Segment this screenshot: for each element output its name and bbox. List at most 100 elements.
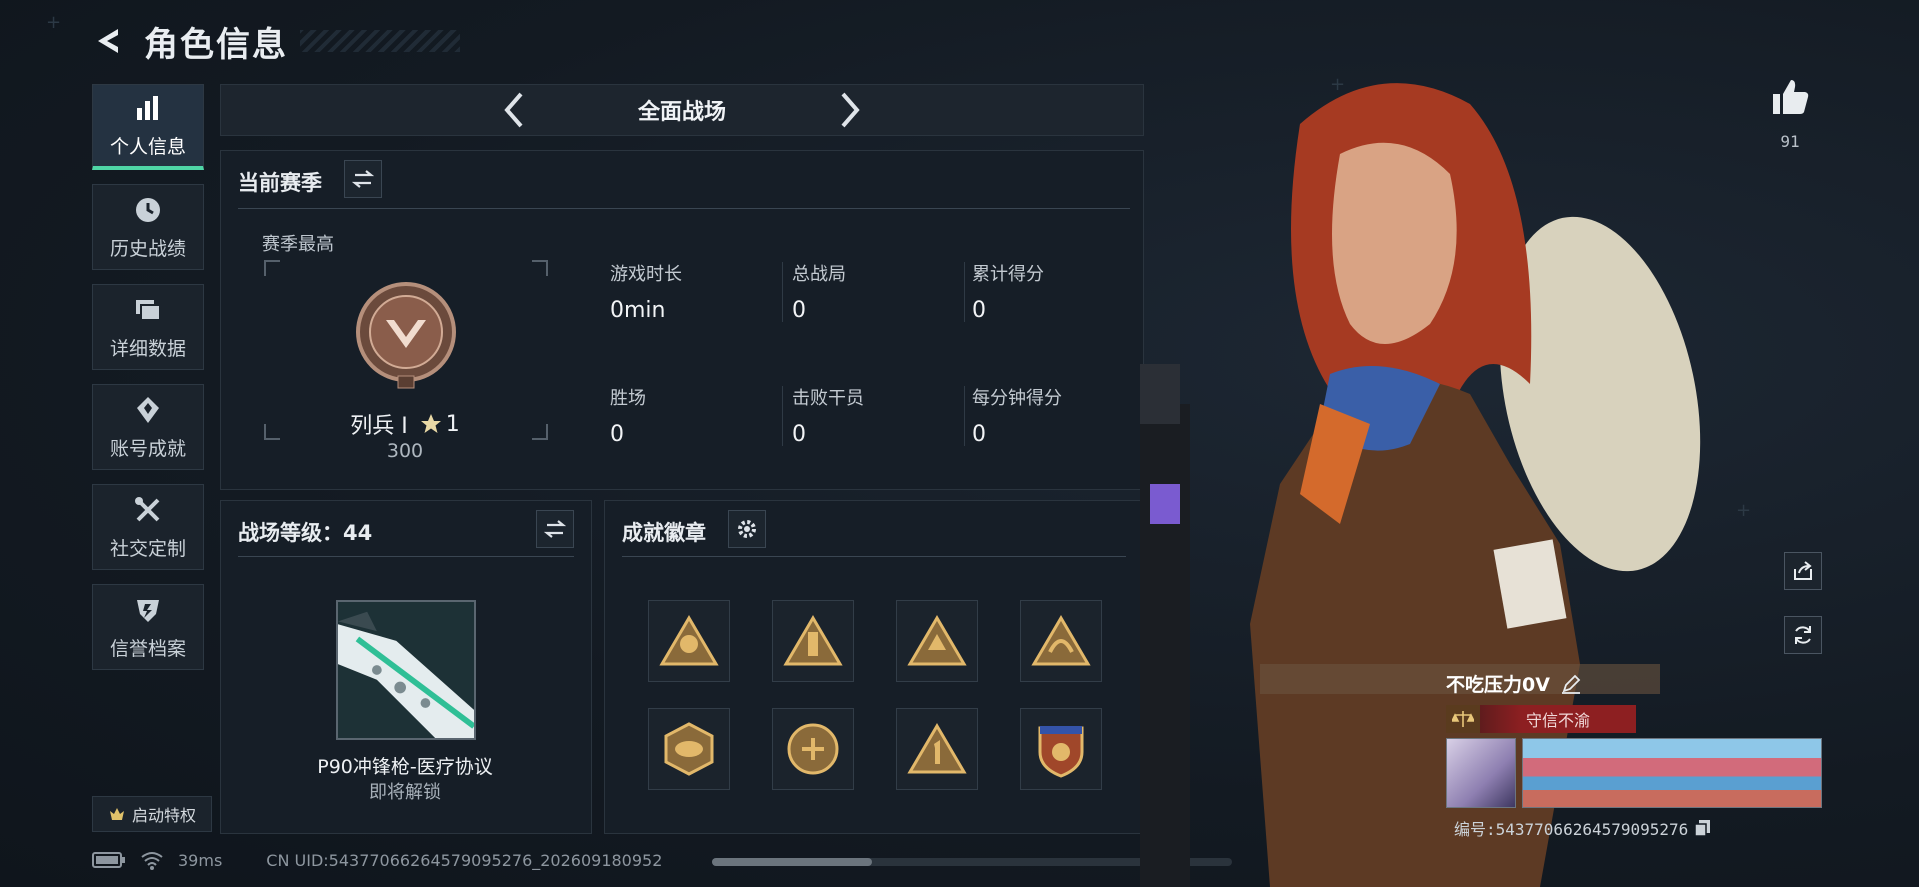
wifi-icon: [141, 852, 163, 870]
frame-corner: [264, 424, 280, 440]
achievement-badge[interactable]: [1020, 708, 1102, 790]
player-name-row: 不吃压力0V: [1446, 670, 1826, 697]
share-icon: [1794, 561, 1812, 580]
header-decoration: [300, 30, 460, 52]
achievement-badge[interactable]: [896, 708, 978, 790]
player-name: 不吃压力0V: [1446, 674, 1550, 696]
gear-icon: [738, 520, 756, 538]
sidebar-item-history[interactable]: 历史战绩: [92, 184, 204, 270]
frame-corner: [264, 260, 280, 276]
stat-value: 0: [792, 298, 806, 323]
next-mode-arrow-icon[interactable]: [837, 90, 865, 130]
stat-score-per-minute: 每分钟得分 0: [972, 384, 1142, 447]
share-button[interactable]: [1784, 552, 1822, 590]
sidebar-item-detail-data[interactable]: 详细数据: [92, 284, 204, 370]
rank-name-row: 列兵 Ⅰ 1: [300, 408, 510, 440]
refresh-icon: [1795, 626, 1811, 644]
battlefield-switch-button[interactable]: [536, 510, 574, 548]
stat-label: 总战局: [792, 264, 846, 285]
triangle-badge-icon: [783, 615, 843, 666]
back-arrow-icon[interactable]: [92, 24, 126, 58]
stat-label: 游戏时长: [610, 264, 682, 285]
divider: [622, 556, 1126, 557]
tools-icon: [135, 496, 160, 521]
season-switch-button[interactable]: [344, 160, 382, 198]
like-count: 91: [1780, 132, 1800, 151]
swap-icon: [543, 520, 567, 538]
bar-chart-icon: [137, 96, 158, 120]
player-banner: [1522, 738, 1822, 808]
divider: [238, 556, 574, 557]
medal-icon: [137, 396, 159, 423]
sidebar-item-label: 信誉档案: [109, 637, 186, 660]
deco-cross: +: [46, 12, 62, 33]
weapon-name: P90冲锋枪-医疗协议: [317, 756, 493, 778]
season-title: 当前赛季: [238, 171, 322, 195]
edit-icon[interactable]: [1560, 673, 1582, 695]
achievement-badge[interactable]: [648, 708, 730, 790]
ping-value: 39ms: [178, 850, 223, 870]
star-icon: [420, 414, 441, 433]
scale-icon: [1446, 705, 1480, 733]
rank-stars: 1: [420, 412, 460, 437]
thumbs-up-icon: [1773, 80, 1809, 114]
weapon-unlock-status: 即将解锁: [369, 782, 441, 803]
stat-value: 0: [610, 422, 624, 447]
achievement-badge[interactable]: [772, 708, 854, 790]
privilege-label: 启动特权: [131, 806, 196, 825]
page-title: 角色信息: [144, 24, 288, 65]
sidebar-item-label: 账号成就: [109, 437, 186, 460]
sidebar-item-label: 历史战绩: [109, 237, 186, 260]
launch-privilege-button[interactable]: 启动特权: [92, 796, 212, 832]
stat-value: 0: [972, 298, 986, 323]
stat-separator: [782, 262, 783, 322]
frame-corner: [532, 260, 548, 276]
triangle-badge-icon: [659, 615, 719, 666]
stat-label: 每分钟得分: [972, 388, 1062, 409]
clock-icon: [136, 197, 160, 222]
sidebar-item-social[interactable]: 社交定制: [92, 484, 204, 570]
refresh-button[interactable]: [1784, 616, 1822, 654]
battlefield-level-title: 战场等级：44: [238, 521, 373, 545]
stat-operators-defeated: 击败干员 0: [792, 384, 962, 447]
rank-badge-icon: [356, 282, 456, 389]
stat-value: 0: [792, 422, 806, 447]
hexagon-badge-icon: [664, 722, 714, 776]
achievement-badge[interactable]: [648, 600, 730, 682]
triangle-badge-icon: [907, 615, 967, 666]
sidebar-item-label: 详细数据: [109, 337, 186, 360]
sidebar-item-personal-info[interactable]: 个人信息: [92, 84, 204, 170]
prev-mode-arrow-icon[interactable]: [499, 90, 527, 130]
achievement-badge[interactable]: [772, 600, 854, 682]
smg-weapon-icon: [338, 611, 474, 738]
achievement-badge[interactable]: [896, 600, 978, 682]
achievement-settings-button[interactable]: [728, 510, 766, 548]
stat-total-matches: 总战局 0: [792, 260, 962, 323]
privilege-icon: [109, 808, 124, 820]
achievement-badge[interactable]: [1020, 600, 1102, 682]
round-badge-icon: [787, 723, 839, 775]
sidebar-item-credit[interactable]: 信誉档案: [92, 584, 204, 670]
stat-value: 0min: [610, 298, 666, 323]
sidebar-item-achievements[interactable]: 账号成就: [92, 384, 204, 470]
shield-icon: [137, 599, 159, 622]
stat-wins: 胜场 0: [610, 384, 780, 447]
divider: [238, 208, 1130, 209]
like-button[interactable]: 91: [1768, 76, 1812, 151]
copy-icon[interactable]: [1694, 819, 1712, 837]
rank-star-count: 1: [445, 411, 460, 437]
mode-selector: 全面战场: [220, 84, 1144, 136]
page-header: 角色信息: [92, 18, 460, 65]
status-footer: 39ms CN UID:5437706626457909527​6_202609…: [92, 848, 662, 872]
avatar[interactable]: [1446, 738, 1516, 808]
triangle-badge-icon: [1031, 615, 1091, 666]
stat-label: 胜场: [610, 388, 646, 409]
rank-name: 列兵 Ⅰ: [350, 414, 408, 439]
weapon-reward-card[interactable]: [336, 600, 476, 740]
stat-label: 累计得分: [972, 264, 1044, 285]
sidebar-item-label: 社交定制: [109, 537, 186, 560]
scrollbar-thumb[interactable]: [712, 858, 872, 866]
stat-label: 击败干员: [792, 388, 864, 409]
frame-corner: [532, 424, 548, 440]
shield-badge-icon: [1038, 726, 1084, 778]
